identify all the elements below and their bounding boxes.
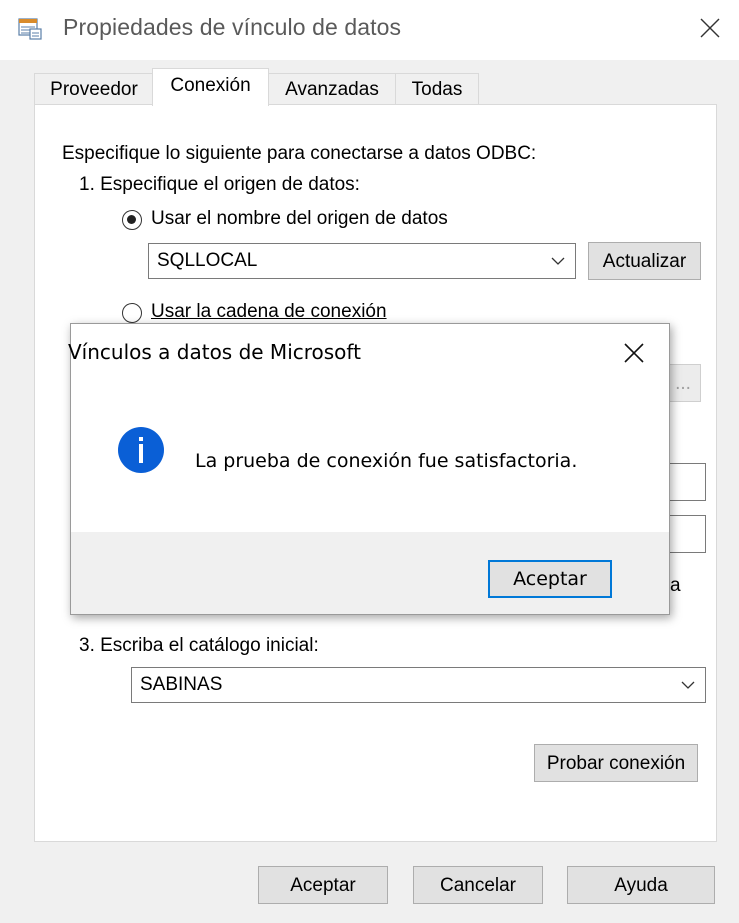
- help-button[interactable]: Ayuda: [567, 866, 715, 904]
- intro-text: Especifique lo siguiente para conectarse…: [62, 143, 537, 164]
- tab-conexion[interactable]: Conexión: [152, 68, 269, 106]
- refresh-button[interactable]: Actualizar: [588, 242, 701, 280]
- dsn-value: SQLLOCAL: [157, 250, 258, 271]
- use-connstring-radio[interactable]: [122, 303, 142, 323]
- close-icon: [700, 18, 720, 38]
- tab-proveedor[interactable]: Proveedor: [34, 73, 154, 105]
- cancel-button[interactable]: Cancelar: [413, 866, 543, 904]
- partial-label: a: [670, 575, 681, 596]
- dsn-select[interactable]: SQLLOCAL: [148, 243, 576, 279]
- chevron-down-icon: [681, 681, 695, 689]
- title-bar: Propiedades de vínculo de datos: [0, 0, 739, 60]
- dialog-ok-button[interactable]: Aceptar: [488, 560, 612, 598]
- tab-todas[interactable]: Todas: [395, 73, 479, 105]
- dialog-close-button[interactable]: [617, 336, 651, 370]
- dialog-message: La prueba de conexión fue satisfactoria.: [195, 450, 578, 472]
- chevron-down-icon: [551, 257, 565, 265]
- catalog-select[interactable]: SABINAS: [131, 667, 706, 703]
- use-dsn-radio[interactable]: [122, 210, 142, 230]
- use-connstring-label[interactable]: Usar la cadena de conexión: [151, 301, 387, 323]
- window-close-button[interactable]: [690, 8, 730, 48]
- tab-avanzadas[interactable]: Avanzadas: [268, 73, 396, 105]
- close-icon: [624, 343, 644, 363]
- step3-label: 3. Escriba el catálogo inicial:: [79, 635, 319, 656]
- build-button[interactable]: ...: [665, 364, 701, 402]
- message-dialog: Vínculos a datos de Microsoft La prueba …: [68, 323, 670, 615]
- data-link-icon: [18, 18, 42, 40]
- use-dsn-label[interactable]: Usar el nombre del origen de datos: [151, 208, 448, 230]
- ok-button[interactable]: Aceptar: [258, 866, 388, 904]
- step1-label: 1. Especifique el origen de datos:: [79, 174, 360, 195]
- dialog-title: Vínculos a datos de Microsoft: [68, 340, 361, 364]
- info-icon: [118, 427, 164, 473]
- catalog-value: SABINAS: [140, 674, 223, 695]
- window-title: Propiedades de vínculo de datos: [63, 14, 402, 40]
- test-connection-button[interactable]: Probar conexión: [534, 744, 698, 782]
